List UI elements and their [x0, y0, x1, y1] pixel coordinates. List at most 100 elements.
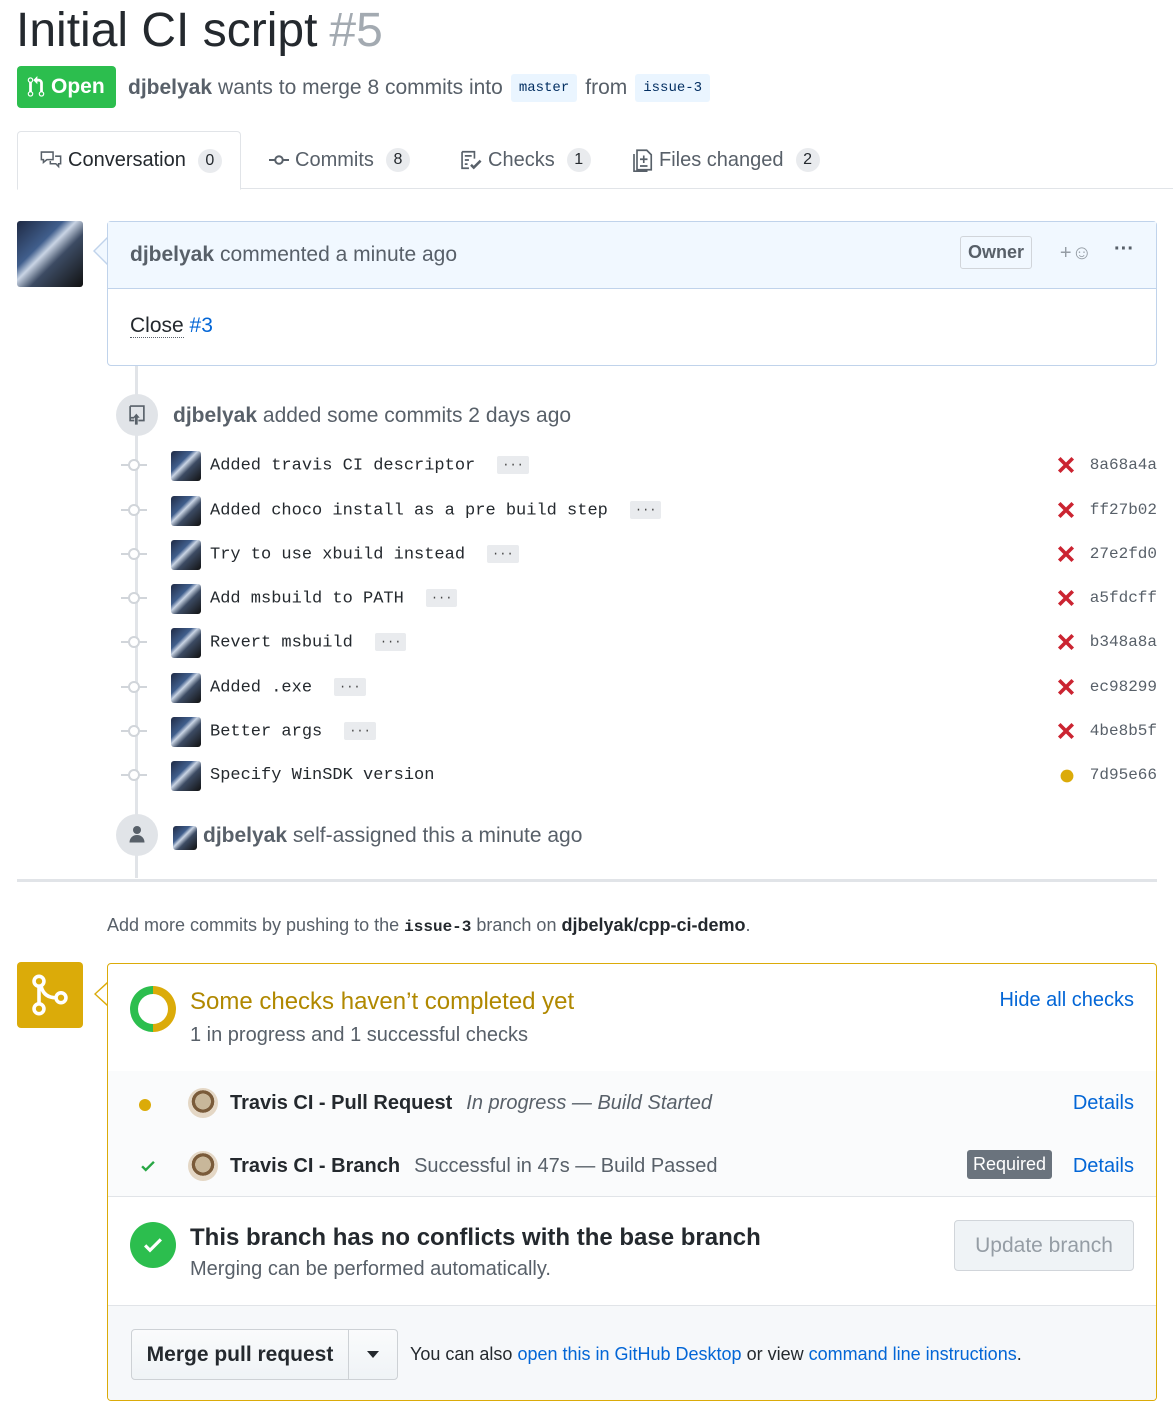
check-details-link[interactable]: Details [1073, 1155, 1134, 1178]
commits-event-author[interactable]: djbelyak [173, 404, 257, 427]
commit-message-link[interactable]: Added choco install as a pre build step [210, 501, 608, 520]
tab-commits[interactable]: Commits 8 [267, 131, 410, 189]
commit-message-link[interactable]: Revert msbuild [210, 633, 353, 652]
comment-author-avatar[interactable] [17, 221, 83, 287]
head-branch[interactable]: issue-3 [635, 74, 711, 102]
commit-author-avatar[interactable] [171, 673, 201, 703]
expand-commit-message-button[interactable]: ··· [425, 589, 458, 607]
expand-commit-message-button[interactable]: ··· [374, 633, 407, 651]
git-merge-icon [17, 962, 83, 1028]
no-conflicts-title: This branch has no conflicts with the ba… [190, 1224, 761, 1251]
commit-author-avatar[interactable] [171, 451, 201, 481]
commit-row: Add msbuild to PATH ··· a5fdcff [121, 583, 1161, 614]
x-icon[interactable] [1057, 678, 1077, 698]
commit-sha-link[interactable]: ff27b02 [1090, 501, 1157, 519]
comment-author-link[interactable]: djbelyak [130, 243, 214, 267]
pr-merge-text: wants to merge 8 commits into [218, 76, 503, 99]
owner-badge: Owner [959, 236, 1032, 269]
checks-subtitle: 1 in progress and 1 successful checks [190, 1024, 528, 1046]
x-icon[interactable] [1057, 501, 1077, 521]
no-conflicts-subtitle: Merging can be performed automatically. [190, 1258, 551, 1280]
commit-sha-link[interactable]: 7d95e66 [1090, 766, 1157, 784]
tab-files-changed[interactable]: Files changed 2 [631, 131, 820, 189]
git-commit-icon [128, 548, 140, 560]
commit-row: Specify WinSDK version 7d95e66 [121, 760, 1161, 791]
commit-message-link[interactable]: Try to use xbuild instead [210, 545, 465, 564]
pr-author-link[interactable]: djbelyak [128, 76, 212, 100]
check-item: Travis CI - Branch Successful in 47s — Bu… [108, 1147, 1156, 1187]
commit-author-avatar[interactable] [171, 584, 201, 614]
expand-commit-message-button[interactable]: ··· [334, 678, 366, 696]
update-branch-button[interactable]: Update branch [954, 1220, 1134, 1271]
page-title: Initial CI script #5 [16, 2, 383, 60]
commit-author-avatar[interactable] [171, 628, 201, 658]
base-branch[interactable]: master [510, 74, 578, 102]
expand-commit-message-button[interactable]: ··· [344, 722, 376, 740]
check-details-link[interactable]: Details [1073, 1092, 1134, 1115]
commit-sha-link[interactable]: b348a8a [1090, 633, 1157, 651]
x-icon[interactable] [1057, 456, 1077, 476]
expand-commit-message-button[interactable]: ··· [497, 456, 529, 474]
check-name: Travis CI - Branch Successful in 47s — Bu… [230, 1155, 718, 1178]
x-icon[interactable] [1057, 589, 1077, 609]
issue-link[interactable]: #3 [190, 314, 213, 337]
command-line-link[interactable]: command line instructions [809, 1344, 1017, 1364]
x-icon[interactable] [1057, 633, 1077, 653]
repo-push-icon [116, 394, 158, 436]
commit-message: Better args ··· [210, 722, 376, 741]
diff-icon [633, 149, 653, 172]
push-hint-middle: branch on [476, 915, 557, 935]
close-keyword: Close [130, 314, 184, 338]
commit-sha-link[interactable]: 4be8b5f [1090, 722, 1157, 740]
merge-method-dropdown[interactable] [349, 1330, 397, 1379]
commit-sha-link[interactable]: ec98299 [1090, 678, 1157, 696]
merge-alternatives: You can also open this in GitHub Desktop… [410, 1344, 1022, 1365]
commit-message-link[interactable]: Better args [210, 722, 322, 741]
commit-sha-link[interactable]: 27e2fd0 [1090, 545, 1157, 563]
commit-message-link[interactable]: Add msbuild to PATH [210, 589, 404, 608]
add-reaction-icon[interactable]: +☺ [1060, 242, 1092, 265]
tab-files-changed-label: Files changed [659, 148, 784, 171]
check-name: Travis CI - Pull Request In progress — Bu… [230, 1092, 712, 1115]
commit-author-avatar[interactable] [171, 540, 201, 570]
person-icon [116, 814, 158, 856]
pr-tabs: Conversation 0 Commits 8 Checks 1 Files … [17, 131, 1173, 190]
github-desktop-link[interactable]: open this in GitHub Desktop [517, 1344, 741, 1364]
commit-message-link[interactable]: Added .exe [210, 678, 312, 697]
commit-message-link[interactable]: Specify WinSDK version [210, 766, 434, 785]
x-icon[interactable] [1057, 722, 1077, 742]
pending-dot-icon[interactable] [1057, 766, 1077, 786]
commit-message-link[interactable]: Added travis CI descriptor [210, 456, 475, 475]
pr-meta: djbelyak wants to merge 8 commits into m… [128, 70, 718, 106]
comment-action[interactable]: commented a minute ago [220, 243, 457, 267]
expand-commit-message-button[interactable]: ··· [629, 501, 662, 519]
assign-event-avatar[interactable] [173, 826, 197, 850]
merge-pull-request-button[interactable]: Merge pull request [132, 1330, 349, 1379]
comment-header: djbelyak commented a minute ago Owner +☺… [108, 222, 1156, 289]
commit-row: Added choco install as a pre build step ·… [121, 495, 1161, 526]
commit-author-avatar[interactable] [171, 496, 201, 526]
comment-more-icon[interactable]: ··· [1114, 238, 1134, 261]
push-hint-suffix: . [745, 915, 751, 935]
pending-dot-icon [138, 1098, 152, 1117]
assign-event-author[interactable]: djbelyak [203, 824, 287, 847]
tab-checks-count: 1 [566, 148, 591, 172]
commit-sha-link[interactable]: a5fdcff [1090, 589, 1157, 607]
commit-sha-link[interactable]: 8a68a4a [1090, 456, 1157, 474]
tab-checks-label: Checks [488, 148, 555, 171]
check-description: Successful in 47s — Build Passed [414, 1155, 718, 1177]
x-icon[interactable] [1057, 545, 1077, 565]
tab-checks[interactable]: Checks 1 [458, 131, 591, 189]
checks-title: Some checks haven’t completed yet [190, 988, 575, 1015]
expand-commit-message-button[interactable]: ··· [487, 545, 519, 563]
git-commit-icon [128, 459, 140, 471]
push-hint: Add more commits by pushing to the issue… [107, 915, 751, 936]
commit-author-avatar[interactable] [171, 761, 201, 791]
comment-box: djbelyak commented a minute ago Owner +☺… [107, 221, 1157, 366]
travis-ci-avatar [188, 1088, 218, 1118]
tab-conversation[interactable]: Conversation 0 [17, 131, 241, 190]
commit-message: Revert msbuild ··· [210, 633, 407, 652]
commit-author-avatar[interactable] [171, 717, 201, 747]
hide-all-checks-link[interactable]: Hide all checks [999, 989, 1134, 1012]
assign-event-text: self-assigned this a minute ago [292, 824, 583, 847]
